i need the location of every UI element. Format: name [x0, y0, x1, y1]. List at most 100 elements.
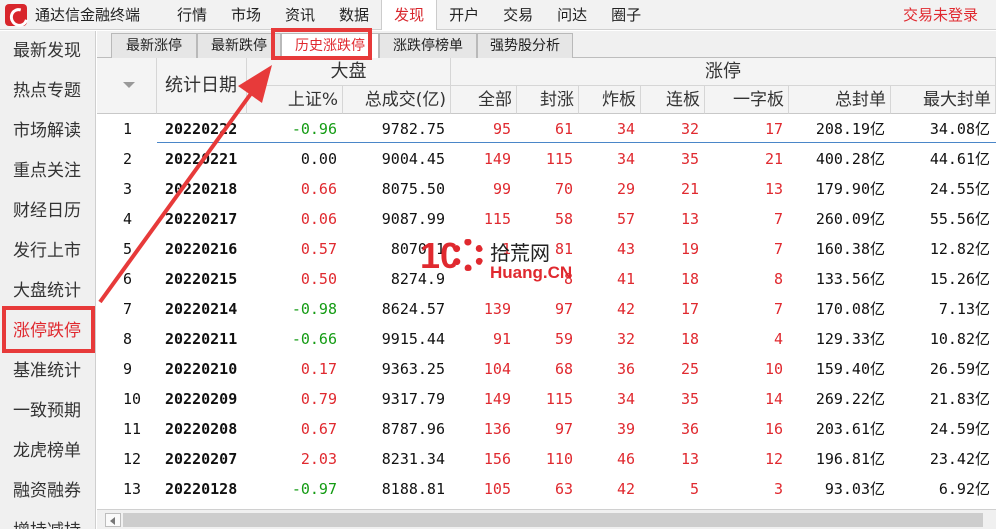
- row-date: 20220214: [165, 300, 238, 318]
- table-row[interactable]: 2 20220221 0.00 9004.45 149 115 34 35 21 400.28亿 4…: [97, 144, 996, 174]
- row-max-order: 7.13亿: [938, 300, 990, 318]
- row-one-word: 8: [773, 270, 783, 288]
- row-all: 99: [492, 180, 511, 198]
- table-row[interactable]: 1 20220222 -0.96 9782.75 95 61 34 32 17 208.19亿 34…: [97, 114, 996, 144]
- menu-item-wenda[interactable]: 问达: [545, 0, 599, 30]
- trade-login-status[interactable]: 交易未登录: [903, 0, 978, 30]
- row-one-word: 12: [764, 450, 783, 468]
- row-burst: 36: [616, 360, 635, 378]
- row-date: 20220207: [165, 450, 238, 468]
- scroll-left-arrow-icon[interactable]: [105, 513, 121, 527]
- row-consecutive: 36: [680, 420, 699, 438]
- tab-latest-limit-up[interactable]: 最新涨停: [111, 33, 197, 58]
- row-max-order: 10.82亿: [929, 330, 990, 348]
- table-row[interactable]: 3 20220218 0.66 8075.50 99 70 29 21 13 179.90亿 24.…: [97, 174, 996, 204]
- row-max-order: 34.08亿: [929, 120, 990, 138]
- row-consecutive: 5: [689, 480, 699, 498]
- sidebar-item-ipo[interactable]: 发行上市: [0, 231, 95, 271]
- row-sh-pct: 0.17: [300, 360, 337, 378]
- row-one-word: 17: [764, 120, 783, 138]
- menu-item-quotes[interactable]: 行情: [165, 0, 219, 30]
- row-burst: 34: [616, 120, 635, 138]
- row-sh-pct: 0.06: [300, 210, 337, 228]
- header-all[interactable]: 全部: [451, 86, 517, 114]
- row-one-word: 14: [764, 390, 783, 408]
- tab-history-limit[interactable]: 历史涨跌停: [281, 33, 379, 59]
- row-burst: 42: [616, 300, 635, 318]
- row-all: 149: [483, 390, 511, 408]
- menu-item-data[interactable]: 数据: [327, 0, 381, 30]
- header-burst[interactable]: 炸板: [579, 86, 641, 114]
- sidebar-item-margin[interactable]: 融资融券: [0, 471, 95, 511]
- header-consecutive[interactable]: 连板: [641, 86, 705, 114]
- header-one-word[interactable]: 一字板: [705, 86, 789, 114]
- sidebar-item-latest[interactable]: 最新发现: [0, 31, 95, 71]
- row-number: 11: [123, 420, 142, 438]
- row-total-volume: 9317.79: [381, 390, 445, 408]
- sidebar-item-focus[interactable]: 重点关注: [0, 151, 95, 191]
- row-date: 20220211: [165, 330, 238, 348]
- table-row[interactable]: 13 20220128 -0.97 8188.81 105 63 42 5 3 93.03亿 6.9…: [97, 474, 996, 504]
- header-max-order[interactable]: 最大封单: [891, 86, 996, 114]
- watermark-cn: 拾荒网: [490, 241, 550, 265]
- header-date[interactable]: 统计日期: [157, 58, 247, 114]
- row-number: 9: [123, 360, 133, 378]
- sidebar-item-market-analysis[interactable]: 市场解读: [0, 111, 95, 151]
- menu-item-discover[interactable]: 发现: [381, 0, 438, 30]
- header-total-volume[interactable]: 总成交(亿): [343, 86, 451, 114]
- menu-item-circle[interactable]: 圈子: [599, 0, 653, 30]
- tab-latest-limit-down[interactable]: 最新跌停: [197, 33, 281, 58]
- row-consecutive: 13: [680, 210, 699, 228]
- table-row[interactable]: 12 20220207 2.03 8231.34 156 110 46 13 12 196.81亿…: [97, 444, 996, 474]
- row-sh-pct: 2.03: [300, 450, 337, 468]
- sidebar-item-dragon-tiger[interactable]: 龙虎榜单: [0, 431, 95, 471]
- header-row-number[interactable]: [97, 58, 157, 114]
- table-row[interactable]: 7 20220214 -0.98 8624.57 139 97 42 17 7 170.08亿 7.…: [97, 294, 996, 324]
- watermark-en: Huang.CN: [490, 263, 573, 282]
- table-row[interactable]: 9 20220210 0.17 9363.25 104 68 36 25 10 159.40亿 26…: [97, 354, 996, 384]
- table-row[interactable]: 4 20220217 0.06 9087.99 115 58 57 13 7 260.09亿 55.…: [97, 204, 996, 234]
- row-consecutive: 35: [680, 390, 699, 408]
- table-row[interactable]: 10 20220209 0.79 9317.79 149 115 34 35 14 269.22亿…: [97, 384, 996, 414]
- sidebar-item-limit-up-down[interactable]: 涨停跌停: [0, 311, 95, 351]
- row-number: 3: [123, 180, 133, 198]
- scroll-thumb[interactable]: [123, 513, 983, 527]
- row-selection-line: [157, 142, 996, 143]
- row-sealed: 68: [554, 360, 573, 378]
- row-sh-pct: 0.57: [300, 240, 337, 258]
- sub-tab-bar: 最新涨停 最新跌停 历史涨跌停 涨跌停榜单 强势股分析: [97, 31, 996, 59]
- header-sh-pct[interactable]: 上证%: [247, 86, 343, 114]
- header-sealed[interactable]: 封涨: [517, 86, 579, 114]
- sidebar-item-calendar[interactable]: 财经日历: [0, 191, 95, 231]
- tab-strong-stocks[interactable]: 强势股分析: [477, 33, 573, 58]
- row-total-volume: 9087.99: [381, 210, 445, 228]
- menu-item-news[interactable]: 资讯: [273, 0, 327, 30]
- row-sealed: 59: [554, 330, 573, 348]
- sidebar-item-index-stats[interactable]: 大盘统计: [0, 271, 95, 311]
- horizontal-scrollbar[interactable]: [97, 509, 996, 529]
- header-total-orders[interactable]: 总封单: [789, 86, 891, 114]
- sidebar-item-holdings-change[interactable]: 增持减持: [0, 511, 95, 529]
- sidebar-item-hot-topics[interactable]: 热点专题: [0, 71, 95, 111]
- menu-item-trade[interactable]: 交易: [491, 0, 545, 30]
- row-sh-pct: -0.98: [291, 300, 337, 318]
- row-sealed: 58: [554, 210, 573, 228]
- watermark-gear-icon: [452, 239, 484, 271]
- tdx-window: 通达信金融终端 行情 市场 资讯 数据 发现 开户 交易 问达 圈子 交易未登录…: [0, 0, 996, 529]
- row-sealed: 97: [554, 300, 573, 318]
- menu-item-market[interactable]: 市场: [219, 0, 273, 30]
- sort-dropdown-icon[interactable]: [123, 82, 135, 88]
- table-row[interactable]: 8 20220211 -0.66 9915.44 91 59 32 18 4 129.33亿 10.…: [97, 324, 996, 354]
- menu-item-open-account[interactable]: 开户: [437, 0, 491, 30]
- sidebar-item-benchmark[interactable]: 基准统计: [0, 351, 95, 391]
- row-sealed: 115: [545, 150, 573, 168]
- sidebar-item-consensus[interactable]: 一致预期: [0, 391, 95, 431]
- tab-limit-ranking[interactable]: 涨跌停榜单: [379, 33, 477, 58]
- row-sh-pct: 0.50: [300, 270, 337, 288]
- table-row[interactable]: 11 20220208 0.67 8787.96 136 97 39 36 16 203.61亿 2…: [97, 414, 996, 444]
- row-total-orders: 170.08亿: [815, 300, 885, 318]
- row-total-orders: 400.28亿: [815, 150, 885, 168]
- row-date: 20220215: [165, 270, 238, 288]
- row-total-orders: 179.90亿: [815, 180, 885, 198]
- row-consecutive: 21: [680, 180, 699, 198]
